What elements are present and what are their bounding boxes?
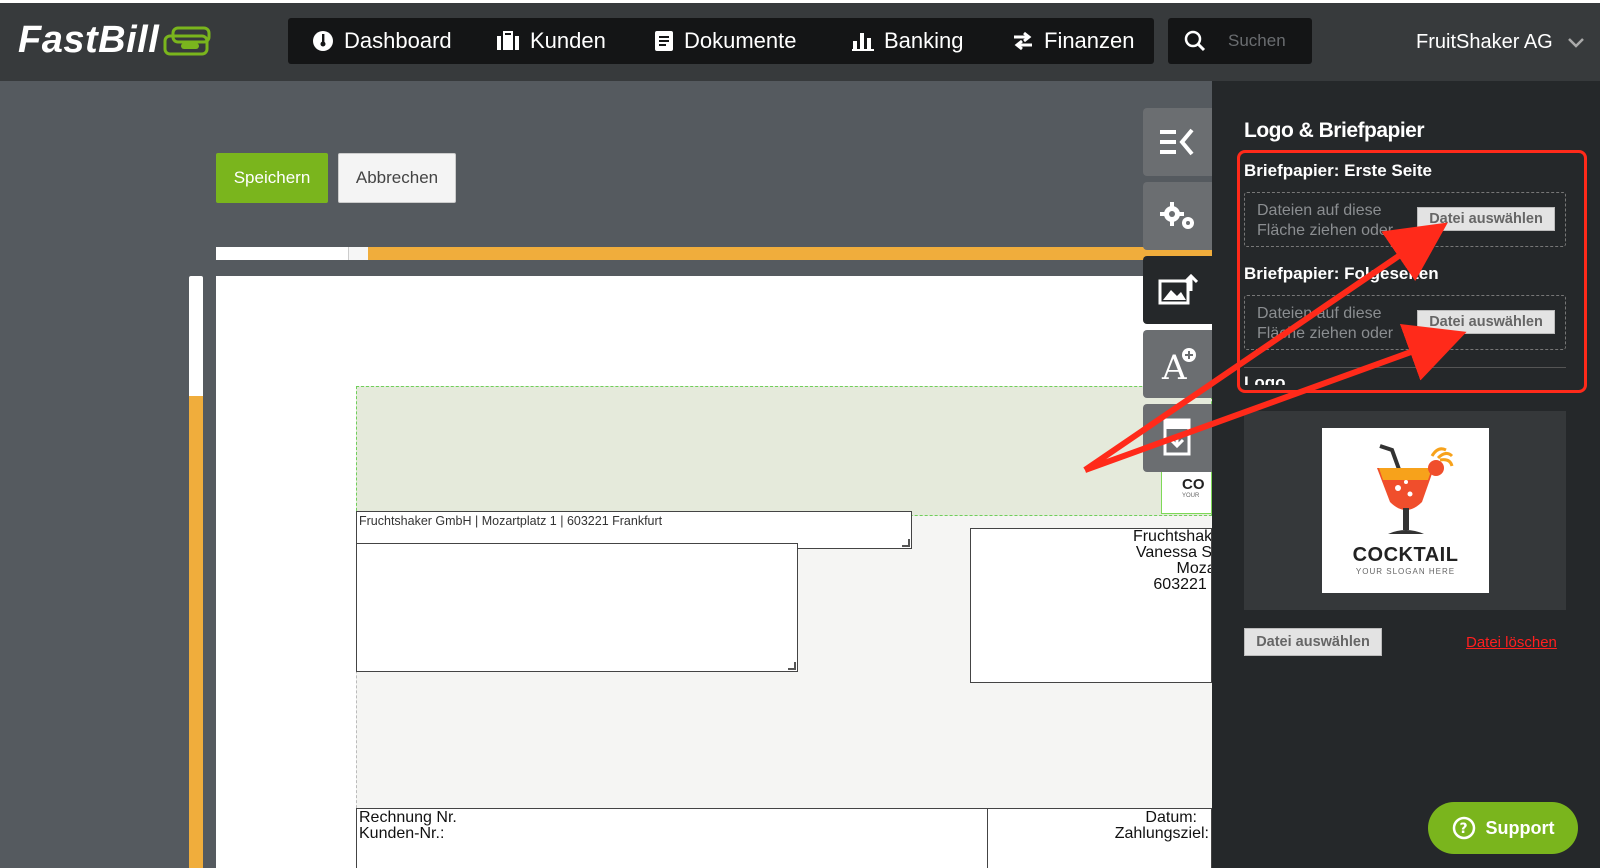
- nav-banking[interactable]: Banking: [852, 18, 964, 64]
- nav-kunden-label: Kunden: [530, 28, 606, 53]
- settings-gears-icon: [1159, 202, 1194, 229]
- fastbill-logo[interactable]: FastBill: [18, 19, 211, 62]
- svg-text:?: ?: [1459, 821, 1467, 837]
- ruler-marker: [348, 247, 368, 260]
- recipient-lines: Fruchtshake Vanessa Se Mozar 603221 F: [1091, 528, 1212, 593]
- cocktail-logo-image: COCKTAIL YOUR SLOGAN HERE: [1322, 428, 1489, 593]
- nav-dashboard-label: Dashboard: [344, 28, 452, 53]
- customer-number-label: Kunden-Nr.:: [359, 825, 445, 842]
- vertical-ruler-range: [189, 396, 203, 868]
- pdf-download-icon: [1163, 418, 1190, 456]
- transfer-arrows-icon: [1014, 31, 1032, 51]
- logo-brand-text: COCKTAIL: [1352, 544, 1459, 566]
- invoice-number-label: Rechnung Nr.: [359, 809, 457, 826]
- logo-file-button[interactable]: Datei auswählen: [1244, 628, 1382, 656]
- address-field[interactable]: [356, 543, 798, 672]
- search-box[interactable]: Suchen: [1168, 18, 1312, 64]
- add-font-icon: A: [1161, 348, 1196, 383]
- search-icon: [1184, 30, 1206, 52]
- recipient-address-field[interactable]: Fruchtshake Vanessa Se Mozar 603221 F: [970, 528, 1212, 683]
- briefcase-icon: [497, 31, 519, 50]
- resize-handle[interactable]: [902, 539, 910, 547]
- vertical-ruler[interactable]: [189, 276, 203, 868]
- horizontal-ruler-range: [368, 247, 1212, 260]
- nav-dashboard[interactable]: Dashboard: [312, 18, 452, 64]
- cocktail-glass-icon: [1377, 444, 1454, 534]
- add-font-button[interactable]: A: [1143, 330, 1212, 398]
- recipient-line: Mozar: [1176, 560, 1211, 577]
- letterhead-zone[interactable]: [356, 386, 1212, 516]
- support-label: Support: [1485, 817, 1555, 838]
- fastbill-logo-mark-icon: [163, 26, 211, 55]
- save-button[interactable]: Speichern: [216, 153, 328, 203]
- recipient-line: Fruchtshake: [1132, 528, 1212, 545]
- main-navigation: Dashboard Kunden Dokumente Banking Finan…: [288, 18, 1154, 64]
- recipient-line: 603221 F: [1153, 576, 1211, 593]
- horizontal-ruler[interactable]: [216, 247, 1212, 260]
- recipient-line: Vanessa Se: [1135, 544, 1212, 561]
- account-menu[interactable]: FruitShaker AG: [1416, 31, 1585, 54]
- resize-handle[interactable]: [788, 662, 796, 670]
- cancel-button[interactable]: Abbrechen: [338, 153, 456, 203]
- pdf-export-button[interactable]: [1143, 404, 1212, 472]
- nav-finanzen[interactable]: Finanzen: [1012, 18, 1135, 64]
- logo-preview-box[interactable]: COCKTAIL YOUR SLOGAN HERE: [1244, 411, 1566, 610]
- logo-slogan-text: YOUR SLOGAN HERE: [1355, 567, 1456, 576]
- logo-placement-preview[interactable]: CO YOUR: [1161, 470, 1212, 514]
- nav-dokumente[interactable]: Dokumente: [654, 18, 797, 64]
- collapse-panel-icon: [1159, 128, 1194, 156]
- nav-dokumente-label: Dokumente: [684, 28, 797, 53]
- search-input[interactable]: Suchen: [1228, 31, 1286, 51]
- invoice-info-left: Rechnung Nr. Kunden-Nr.:: [357, 809, 988, 868]
- delete-file-link[interactable]: Datei löschen: [1466, 634, 1557, 651]
- date-label: Datum:: [1145, 809, 1197, 826]
- nav-banking-label: Banking: [884, 28, 964, 53]
- sender-line-text: Fruchtshaker GmbH | Mozartplatz 1 | 6032…: [359, 514, 663, 528]
- nav-finanzen-label: Finanzen: [1044, 28, 1135, 53]
- annotation-highlight-box: [1237, 150, 1587, 393]
- account-name: FruitShaker AG: [1416, 31, 1553, 53]
- invoice-info-right: Datum: Zahlungsziel:: [989, 809, 1213, 868]
- settings-button[interactable]: [1143, 182, 1212, 250]
- brand-name: FastBill: [18, 19, 160, 61]
- support-button[interactable]: ? Support: [1428, 802, 1578, 854]
- document-icon: [655, 31, 673, 51]
- dashboard-gauge-icon: [313, 31, 333, 51]
- chevron-down-icon: [1567, 37, 1584, 48]
- logo-preview-text: CO: [1182, 476, 1205, 493]
- image-upload-icon: [1158, 273, 1198, 305]
- logo-letterhead-button[interactable]: [1143, 256, 1212, 324]
- payment-term-label: Zahlungsziel:: [1114, 825, 1209, 842]
- panel-title: Logo & Briefpapier: [1244, 119, 1425, 142]
- logo-preview-sub: YOUR: [1182, 493, 1200, 499]
- top-navigation-bar: FastBill Dashboard Kunden Dokumente Bank…: [0, 3, 1600, 81]
- collapse-panel-button[interactable]: [1143, 108, 1212, 176]
- invoice-info-row[interactable]: Rechnung Nr. Kunden-Nr.: Datum: Zahlungs…: [356, 808, 1212, 868]
- help-question-icon: ?: [1452, 816, 1475, 840]
- nav-kunden[interactable]: Kunden: [496, 18, 606, 64]
- bar-chart-icon: [852, 33, 874, 51]
